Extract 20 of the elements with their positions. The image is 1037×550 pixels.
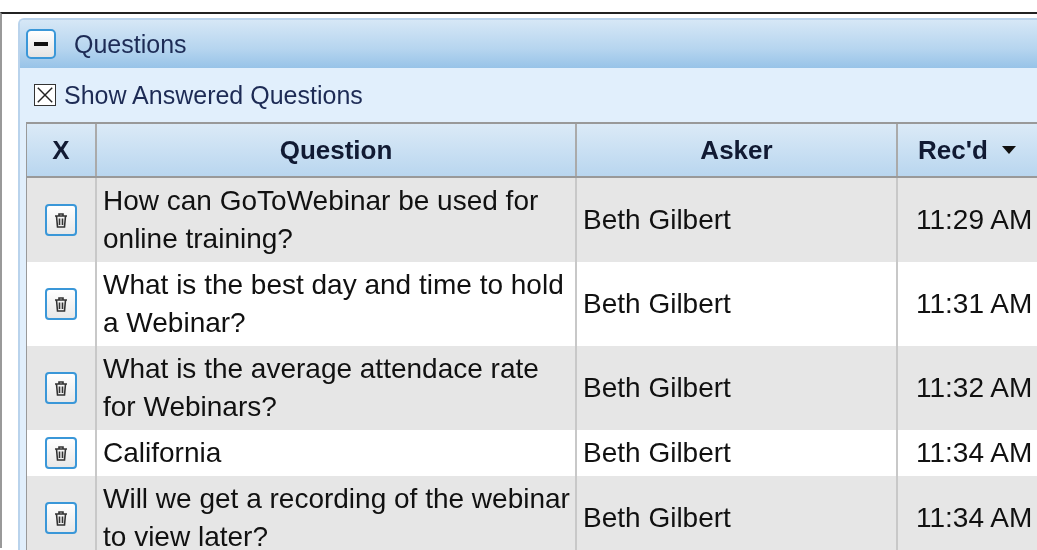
delete-button[interactable] (45, 502, 77, 534)
asker-cell: Beth Gilbert (577, 476, 898, 550)
column-header[interactable]: Question (97, 124, 577, 176)
column-header[interactable]: Asker (577, 124, 898, 176)
show-answered-checkbox[interactable] (34, 84, 56, 106)
checkbox-label[interactable]: Show Answered Questions (64, 80, 363, 110)
question-cell: Will we get a recording of the webinar to view later? (97, 476, 577, 550)
delete-button[interactable] (45, 204, 77, 236)
column-header[interactable]: X (27, 124, 97, 176)
time-cell-text: 11:34 AM (915, 436, 1034, 470)
time-cell-text: 11:32 AM (915, 371, 1034, 405)
time-cell-text: 11:34 AM (915, 501, 1034, 535)
delete-button[interactable] (45, 288, 77, 320)
delete-button[interactable] (45, 437, 77, 469)
collapse-button[interactable] (26, 29, 56, 59)
column-header[interactable]: Rec'd (898, 124, 1037, 176)
delete-button[interactable] (45, 372, 77, 404)
panel-title: Questions (74, 29, 187, 59)
time-cell-text: 11:29 AM (915, 203, 1034, 237)
time-cell-text: 11:31 AM (915, 287, 1034, 321)
